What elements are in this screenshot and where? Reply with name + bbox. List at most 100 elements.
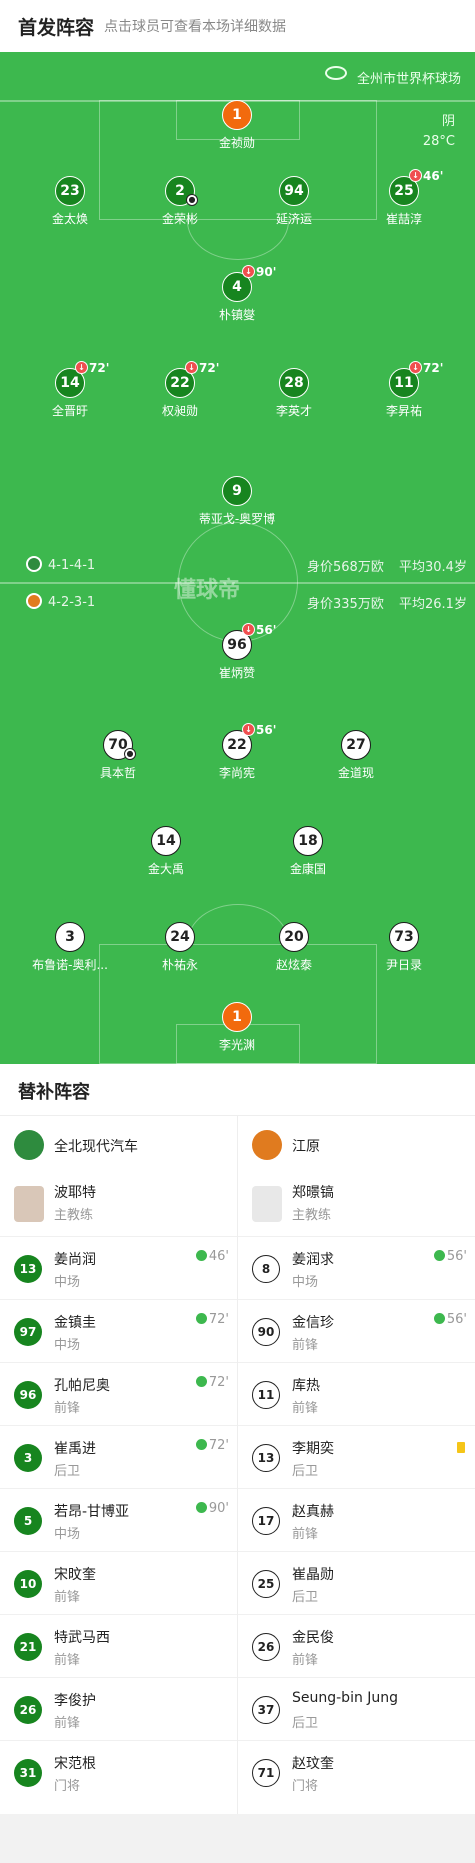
sub-on-minute: 56' xyxy=(433,1249,467,1264)
player-name: 尹日录 xyxy=(385,958,422,972)
away-team-logo-icon xyxy=(252,1130,282,1160)
player-number-badge: 9 xyxy=(222,476,252,506)
sub-player-name: 孔帕尼奥 xyxy=(54,1378,110,1394)
sub-minute: 56' xyxy=(256,723,277,737)
sub-off-icon: ↓ xyxy=(242,623,255,636)
pitch-player[interactable]: 23 金太焕 xyxy=(15,176,125,227)
sub-number-badge: 13 xyxy=(14,1255,42,1283)
pitch-player[interactable]: 70 ● 具本哲 xyxy=(63,730,173,781)
venue-name: 全州市世界杯球场 xyxy=(356,72,461,87)
pitch-player[interactable]: 1 李光渊 xyxy=(182,1002,292,1053)
sub-player-position: 中场 xyxy=(54,1527,81,1542)
pitch-player[interactable]: 27 金道现 xyxy=(301,730,411,781)
player-name: 金道现 xyxy=(337,766,374,780)
sub-player-position: 中场 xyxy=(54,1338,81,1353)
pitch-player[interactable]: 20 赵炫泰 xyxy=(239,922,349,973)
player-number-badge: 96 ↓ 56' xyxy=(222,623,276,660)
lineup-title: 首发阵容 xyxy=(18,17,95,39)
sub-player-position: 门将 xyxy=(54,1779,81,1794)
sub-player-row[interactable]: 10 宋旼奎 前锋 xyxy=(0,1551,237,1614)
sub-player-name: 金镇圭 xyxy=(54,1315,96,1331)
player-name: 李光渊 xyxy=(218,1038,255,1052)
sub-player-row[interactable]: 11 库热 前锋 xyxy=(238,1362,475,1425)
pitch-player[interactable]: 24 朴祐永 xyxy=(125,922,235,973)
player-name: 金祯勋 xyxy=(218,136,255,150)
sub-player-name: 特武马西 xyxy=(54,1630,110,1646)
sub-player-row[interactable]: 96 孔帕尼奥 前锋 72' xyxy=(0,1362,237,1425)
pitch-player[interactable]: 9 蒂亚戈-奥罗博 xyxy=(182,476,292,527)
sub-player-row[interactable]: 3 崔禹进 后卫 72' xyxy=(0,1425,237,1488)
coach-avatar-placeholder-icon xyxy=(252,1186,282,1222)
sub-off-icon: ↓ xyxy=(242,723,255,736)
pitch-player[interactable]: 18 金康国 xyxy=(253,826,363,877)
pitch-player[interactable]: 3 布鲁诺-奥利... xyxy=(15,922,125,973)
away-coach[interactable]: 郑暻镐 主教练 xyxy=(238,1172,475,1236)
away-team-logo-icon xyxy=(26,593,42,609)
sub-player-name: 姜润求 xyxy=(292,1252,334,1268)
sub-on-icon xyxy=(195,1502,207,1513)
home-coach[interactable]: 波耶特 主教练 xyxy=(0,1172,237,1236)
pitch-player[interactable]: 2 ● 金荣彬 xyxy=(125,176,235,227)
home-squad-value: 身价568万欧 xyxy=(307,560,384,575)
pitch-player[interactable]: 1 金祯勋 xyxy=(182,100,292,151)
sub-player-row[interactable]: 31 宋范根 门将 xyxy=(0,1740,237,1803)
sub-player-position: 前锋 xyxy=(54,1716,81,1731)
sub-off-icon: ↓ xyxy=(75,361,88,374)
pitch-player[interactable]: 94 延济运 xyxy=(239,176,349,227)
player-number-badge: 4 ↓ 90' xyxy=(222,265,276,302)
subs-panel: 全北现代汽车 江原 波耶特 主教练 郑暻镐 主教练 13 姜尚润 中场 46' 97 金镇… xyxy=(0,1116,475,1814)
sub-player-row[interactable]: 37 Seung-bin Jung 后卫 xyxy=(238,1677,475,1740)
pitch-player[interactable]: 11 ↓ 72' 李昇祐 xyxy=(349,361,459,419)
pitch-player[interactable]: 96 ↓ 56' 崔炳赞 xyxy=(182,623,292,681)
coach-name: 郑暻镐 xyxy=(292,1185,334,1201)
player-number-badge: 1 xyxy=(222,100,252,130)
coach-avatar xyxy=(14,1186,44,1222)
pitch-player[interactable]: 22 ↓ 56' 李尚宪 xyxy=(182,723,292,781)
player-name: 金大禹 xyxy=(147,862,184,876)
sub-player-row[interactable]: 90 金信珍 前锋 56' xyxy=(238,1299,475,1362)
sub-player-row[interactable]: 8 姜润求 中场 56' xyxy=(238,1236,475,1299)
sub-player-row[interactable]: 26 李俊护 前锋 xyxy=(0,1677,237,1740)
sub-player-row[interactable]: 97 金镇圭 中场 72' xyxy=(0,1299,237,1362)
sub-number-badge: 11 xyxy=(252,1381,280,1409)
home-team-name: 全北现代汽车 xyxy=(54,1139,138,1155)
pitch-player[interactable]: 22 ↓ 72' 权昶勋 xyxy=(125,361,235,419)
lineup-header: 首发阵容 点击球员可查看本场详细数据 xyxy=(0,0,475,52)
sub-number-badge: 21 xyxy=(14,1633,42,1661)
sub-player-name: 姜尚润 xyxy=(54,1252,96,1268)
pitch-player[interactable]: 73 尹日录 xyxy=(349,922,459,973)
temperature: 28°C xyxy=(422,134,455,149)
away-team-header[interactable]: 江原 xyxy=(238,1116,475,1172)
player-name: 崔喆淳 xyxy=(385,212,422,226)
player-name: 赵炫泰 xyxy=(275,958,312,972)
coach-name: 波耶特 xyxy=(54,1185,96,1201)
home-team-header[interactable]: 全北现代汽车 xyxy=(0,1116,237,1172)
pitch-player[interactable]: 14 ↓ 72' 全晋旴 xyxy=(15,361,125,419)
sub-player-name: 金民俊 xyxy=(292,1630,334,1646)
sub-player-position: 中场 xyxy=(54,1275,81,1290)
pitch-player[interactable]: 4 ↓ 90' 朴镇燮 xyxy=(182,265,292,323)
sub-player-row[interactable]: 26 金民俊 前锋 xyxy=(238,1614,475,1677)
player-name: 金荣彬 xyxy=(161,212,198,226)
player-number-badge: 22 ↓ 56' xyxy=(222,723,276,760)
sub-number-badge: 17 xyxy=(252,1507,280,1535)
away-avg-age: 平均26.1岁 xyxy=(399,597,467,612)
player-name: 李英才 xyxy=(275,404,312,418)
pitch-player[interactable]: 14 金大禹 xyxy=(111,826,221,877)
player-name: 李昇祐 xyxy=(385,404,422,418)
sub-player-row[interactable]: 71 赵玟奎 门将 xyxy=(238,1740,475,1803)
sub-player-name: 金信珍 xyxy=(292,1315,334,1331)
sub-player-row[interactable]: 5 若昂-甘博亚 中场 90' xyxy=(0,1488,237,1551)
sub-player-row[interactable]: 13 李期奕 后卫 xyxy=(238,1425,475,1488)
sub-number-badge: 31 xyxy=(14,1759,42,1787)
sub-player-position: 后卫 xyxy=(54,1464,81,1479)
weather-text: 阴 xyxy=(441,114,455,129)
sub-player-row[interactable]: 25 崔晶勋 后卫 xyxy=(238,1551,475,1614)
sub-off-icon: ↓ xyxy=(242,265,255,278)
sub-player-row[interactable]: 21 特武马西 前锋 xyxy=(0,1614,237,1677)
sub-player-row[interactable]: 13 姜尚润 中场 46' xyxy=(0,1236,237,1299)
sub-player-row[interactable]: 17 赵真赫 前锋 xyxy=(238,1488,475,1551)
sub-player-position: 前锋 xyxy=(292,1653,319,1668)
pitch-player[interactable]: 25 ↓ 46' 崔喆淳 xyxy=(349,169,459,227)
pitch-player[interactable]: 28 李英才 xyxy=(239,368,349,419)
